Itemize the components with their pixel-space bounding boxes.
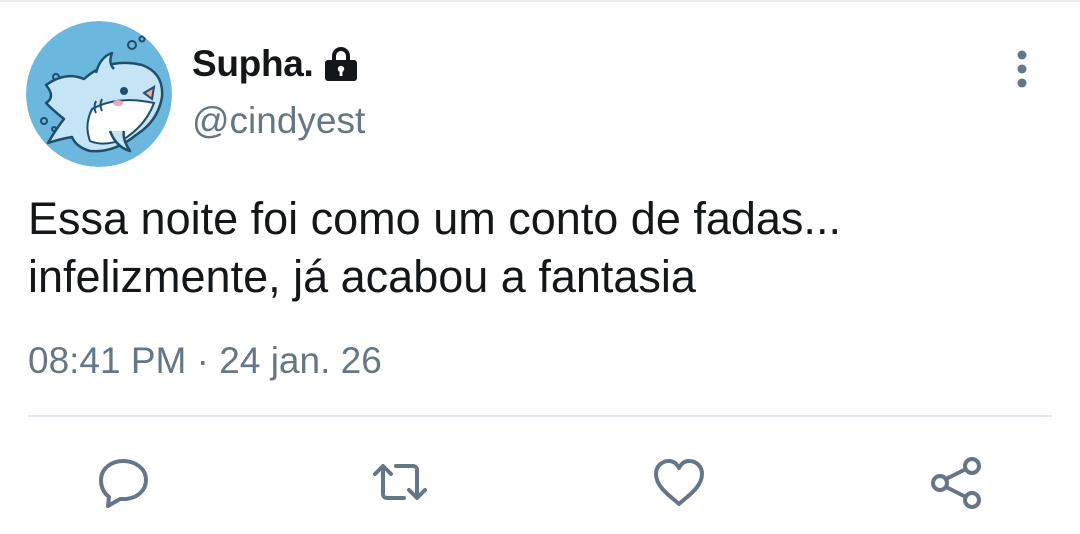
vertical-dots-icon <box>1017 50 1027 88</box>
share-button[interactable] <box>928 454 984 510</box>
like-button[interactable] <box>651 454 707 510</box>
user-handle[interactable]: @cindyest <box>192 100 365 142</box>
avatar[interactable] <box>26 21 172 167</box>
speech-bubble-icon <box>99 459 148 508</box>
tweet-timestamp[interactable]: 08:41 PM · 24 jan. 26 <box>28 340 382 382</box>
display-name-row: Supha. <box>192 42 360 86</box>
tweet-card: Supha. @cindyest Essa noite foi como um … <box>0 0 1080 534</box>
reply-button[interactable] <box>96 454 152 510</box>
retweet-button[interactable] <box>372 454 428 510</box>
lock-icon <box>322 45 360 83</box>
more-options-button[interactable] <box>1002 47 1042 91</box>
divider <box>28 415 1052 417</box>
tweet-time: 08:41 PM <box>28 340 187 381</box>
shark-avatar-icon <box>26 21 172 167</box>
retweet-arrows-icon <box>373 464 427 500</box>
tweet-date: 24 jan. 26 <box>219 340 382 381</box>
heart-icon <box>654 459 704 506</box>
display-name[interactable]: Supha. <box>192 43 314 85</box>
tweet-text: Essa noite foi como um conto de fadas...… <box>28 193 841 302</box>
meta-separator: · <box>186 340 220 381</box>
share-icon <box>931 457 981 509</box>
